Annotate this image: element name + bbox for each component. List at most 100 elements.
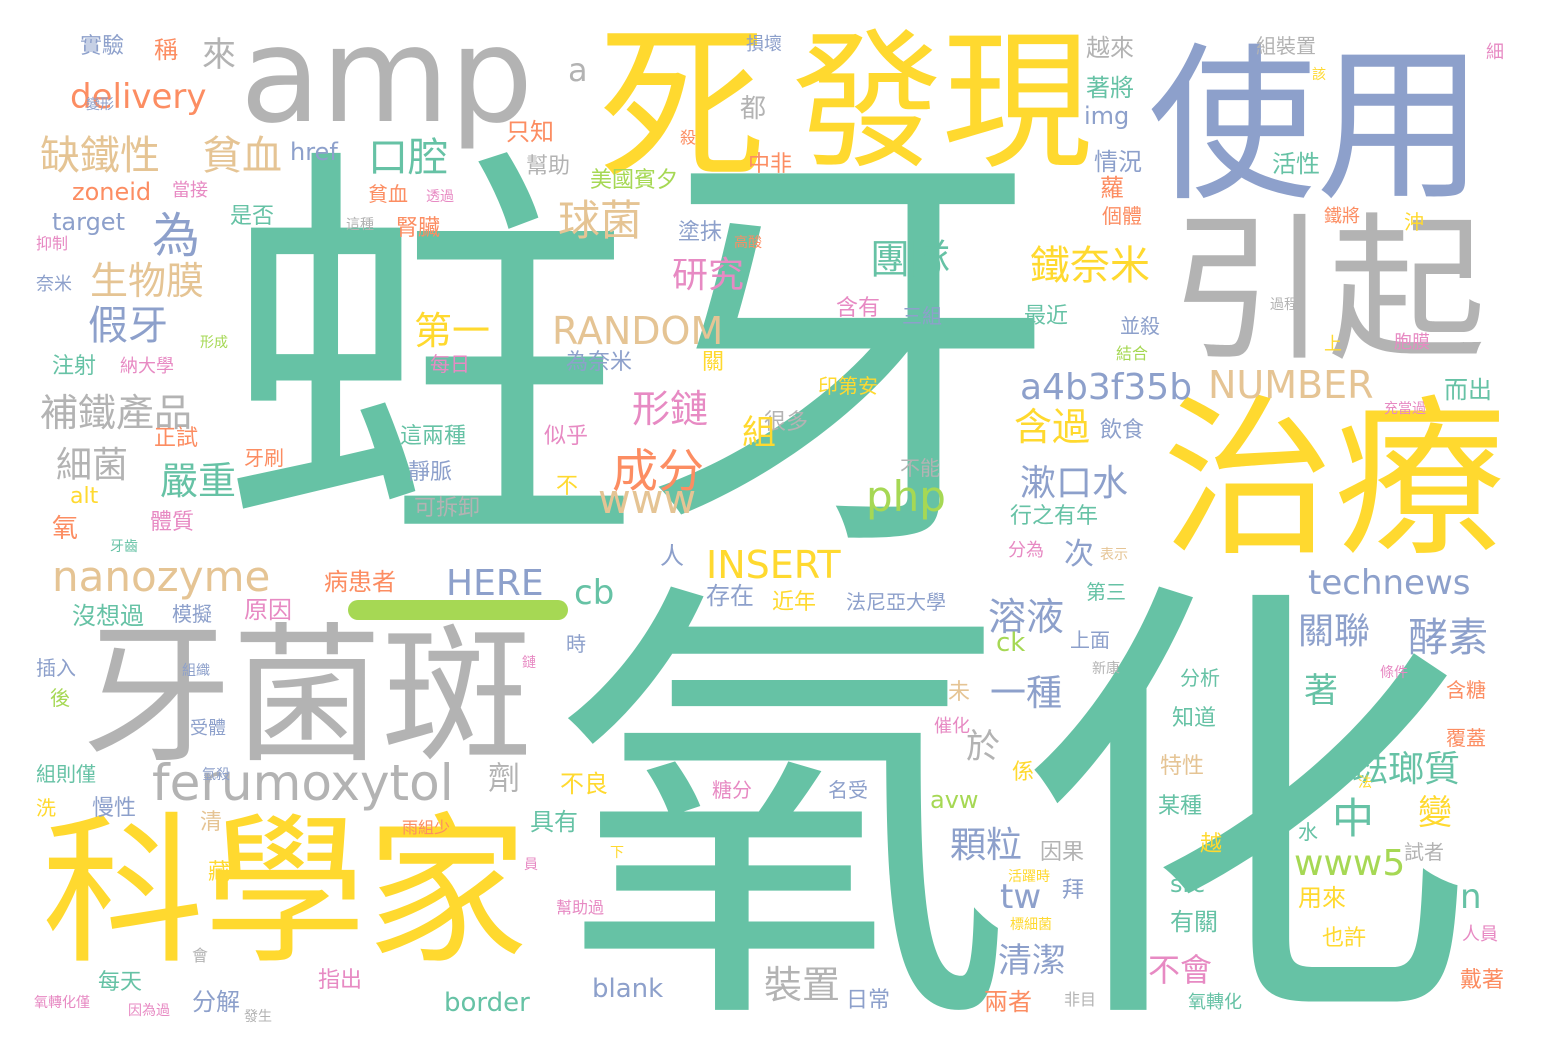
word: 糖分 — [712, 778, 752, 802]
word: 不能 — [900, 456, 940, 480]
word: 鏈 — [522, 655, 536, 671]
word: 鐵將 — [1324, 206, 1360, 227]
word: 標細菌 — [1010, 917, 1052, 933]
word: 非目 — [1064, 990, 1097, 1009]
word: 塗抹 — [678, 220, 723, 245]
word: 指出 — [318, 968, 363, 993]
word: 有關 — [1170, 908, 1218, 936]
word: 來 — [202, 35, 236, 75]
word: 牙菌斑 — [82, 610, 533, 784]
word: 某種 — [1158, 794, 1203, 819]
word: 發現 — [792, 16, 1093, 190]
word: 新康 — [1092, 661, 1120, 677]
word: 活躍時 — [1008, 869, 1050, 885]
word: 水 — [1298, 820, 1318, 844]
word: 著 — [1304, 671, 1338, 711]
word: 含糖 — [1446, 678, 1486, 702]
word: 形成 — [200, 335, 228, 351]
word: a — [568, 51, 588, 89]
word: 顆粒 — [950, 825, 1023, 866]
word: 體質 — [150, 510, 195, 535]
word: a4b3f35b — [1020, 367, 1193, 408]
word: 含過 — [1014, 405, 1091, 449]
word: 嚴重 — [160, 459, 237, 503]
word: 清潔 — [998, 941, 1066, 981]
word: 個體 — [1102, 204, 1142, 228]
word: 受體 — [190, 718, 226, 739]
word: 含有 — [836, 296, 881, 321]
word: 透過 — [426, 189, 454, 205]
word: 美國賓夕 — [590, 168, 679, 193]
word: 高酸 — [734, 235, 762, 251]
word: 沖 — [1404, 210, 1424, 234]
word: 假牙 — [88, 303, 168, 349]
word: 變 — [1418, 793, 1452, 833]
word: 牙齒 — [110, 539, 138, 555]
word: 漱口水 — [1020, 463, 1129, 504]
word: 病患者 — [324, 568, 396, 596]
word: 細菌 — [56, 445, 129, 486]
word: 雨組少 — [402, 818, 451, 837]
word: 用來 — [1298, 884, 1346, 912]
word: 插入 — [36, 656, 76, 680]
word: 為 — [152, 208, 201, 264]
word: 越 — [1200, 832, 1223, 857]
word: 表示 — [1100, 547, 1128, 563]
word: 上 — [1324, 334, 1342, 355]
word: 注射 — [52, 354, 97, 379]
word: blank — [592, 974, 664, 1004]
word: 結合 — [1116, 344, 1149, 363]
word: 情況 — [1094, 148, 1142, 176]
word: 分解 — [192, 988, 240, 1016]
word: 實驗 — [80, 34, 125, 59]
word: 組裝置 — [1256, 34, 1316, 58]
word: 當接 — [172, 180, 208, 201]
word: avw — [930, 786, 979, 814]
word: 科學家 — [42, 799, 528, 987]
word: 具有 — [530, 808, 578, 836]
word: 慢性 — [92, 796, 137, 821]
word: ck — [996, 628, 1026, 658]
word: RANDOM — [552, 309, 724, 353]
word: 催化 — [934, 716, 970, 737]
word: target — [52, 208, 125, 236]
word: n — [1460, 877, 1482, 917]
word: 生物膜 — [90, 259, 205, 303]
word: 時 — [566, 632, 586, 656]
word: 人 — [660, 542, 684, 570]
word: 每天 — [98, 970, 143, 995]
word: 都 — [740, 94, 767, 124]
word: 抑制 — [36, 234, 69, 253]
word: amp — [240, 0, 534, 153]
word: 次 — [1064, 537, 1094, 572]
word: 形鏈 — [632, 387, 709, 431]
word: 幫助過 — [556, 898, 605, 917]
word: src — [1170, 870, 1206, 898]
word: 蘿 — [1100, 174, 1124, 202]
word: 殺 — [680, 128, 697, 147]
word: 發生 — [244, 1009, 272, 1025]
word: 胞膜 — [1394, 332, 1430, 353]
word: 法 — [1358, 775, 1372, 791]
word: 可拆卸 — [414, 496, 481, 521]
word: 奈米 — [36, 274, 72, 295]
word: 特性 — [1160, 754, 1205, 779]
word: 並殺 — [1120, 314, 1160, 338]
word: 組 — [742, 413, 776, 453]
word: 這兩種 — [400, 424, 467, 449]
word: INSERT — [706, 543, 841, 587]
word: 最近 — [1024, 304, 1069, 329]
word: 關 — [702, 350, 725, 375]
word: HERE — [446, 563, 544, 604]
word: 球菌 — [558, 196, 643, 245]
word: 係 — [1012, 760, 1035, 785]
word: cb — [574, 573, 615, 613]
word: 分為 — [1008, 540, 1044, 561]
word: 氧轉化僅 — [34, 995, 90, 1011]
word: 貧血 — [368, 182, 408, 206]
word: 後 — [50, 686, 70, 710]
word: 過程 — [1270, 297, 1298, 313]
word: 每日 — [430, 352, 470, 376]
word: 分析 — [1180, 666, 1220, 690]
word: zoneid — [72, 178, 152, 206]
